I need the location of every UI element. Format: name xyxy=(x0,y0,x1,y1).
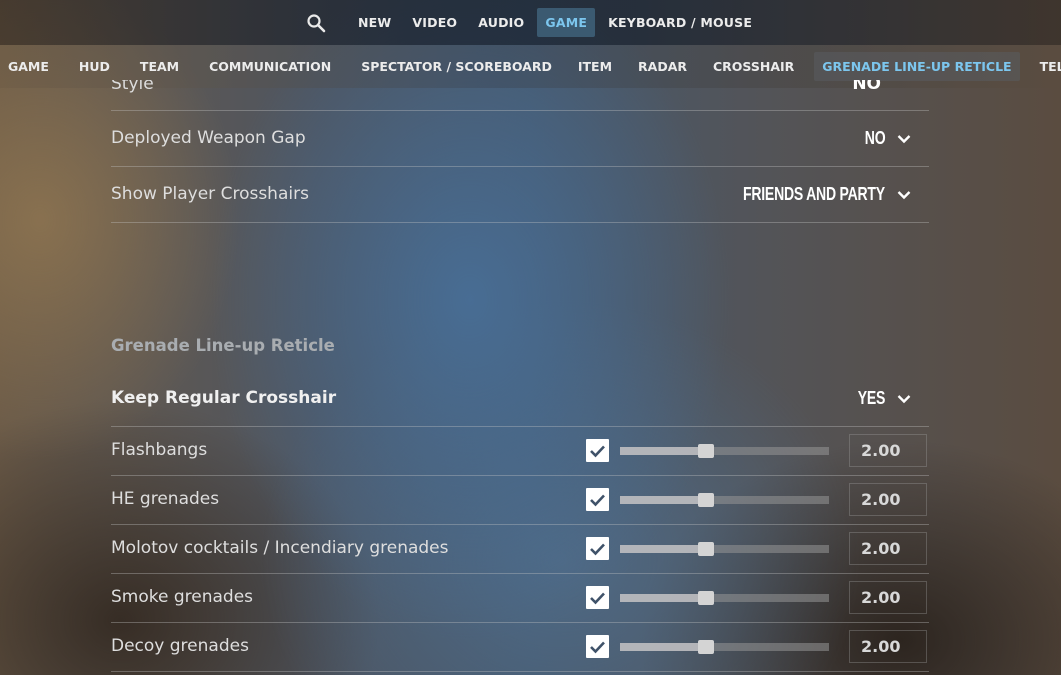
grenade-setting-row: Smoke grenades 2.00 xyxy=(111,574,929,623)
grenade-label: Smoke grenades xyxy=(111,587,254,607)
slider-fill xyxy=(620,496,706,504)
top-navigation-bar: NEW VIDEO AUDIO GAME KEYBOARD / MOUSE xyxy=(0,0,1061,45)
dropdown-value: YES xyxy=(857,388,886,408)
enable-checkbox[interactable] xyxy=(586,488,609,511)
keep-regular-crosshair-dropdown[interactable]: YES xyxy=(850,388,911,409)
slider-fill xyxy=(620,447,706,455)
dropdown-value: FRIENDS AND PARTY xyxy=(743,184,885,204)
chevron-down-icon xyxy=(897,190,911,199)
sub-tab-telemetry[interactable]: TELEMETRY xyxy=(1032,52,1061,81)
chevron-down-icon xyxy=(897,134,911,143)
grenade-label: HE grenades xyxy=(111,489,220,509)
grenade-label: Flashbangs xyxy=(111,440,208,460)
grenade-setting-row: Flashbangs 2.00 xyxy=(111,427,929,476)
size-value-input[interactable]: 2.00 xyxy=(849,581,927,614)
setting-label: Deployed Weapon Gap xyxy=(111,128,306,148)
search-icon[interactable] xyxy=(302,9,330,37)
setting-row-keep-regular-crosshair: Keep Regular Crosshair YES xyxy=(111,372,929,427)
size-slider[interactable] xyxy=(620,542,829,556)
sub-nav: GAME HUD TEAM COMMUNICATION SPECTATOR / … xyxy=(0,52,1061,81)
slider-thumb[interactable] xyxy=(697,444,714,458)
slider-fill xyxy=(620,643,706,651)
size-slider[interactable] xyxy=(620,591,829,605)
setting-label: Keep Regular Crosshair xyxy=(111,388,337,408)
checkmark-icon xyxy=(590,543,605,555)
size-slider[interactable] xyxy=(620,493,829,507)
sub-tab-hud[interactable]: HUD xyxy=(71,52,118,81)
slider-fill xyxy=(620,545,706,553)
top-tab-new[interactable]: NEW xyxy=(350,8,399,37)
sub-tab-item[interactable]: ITEM xyxy=(570,52,620,81)
size-value-input[interactable]: 2.00 xyxy=(849,630,927,663)
dropdown-value: NO xyxy=(864,128,885,148)
grenade-label: Molotov cocktails / Incendiary grenades xyxy=(111,538,449,558)
size-value-input[interactable]: 2.00 xyxy=(849,532,927,565)
sub-tab-grenade-line-up-reticle[interactable]: GRENADE LINE-UP RETICLE xyxy=(814,52,1020,81)
enable-checkbox[interactable] xyxy=(586,439,609,462)
grenade-setting-row: Decoy grenades 2.00 xyxy=(111,623,929,672)
show-player-crosshairs-dropdown[interactable]: FRIENDS AND PARTY xyxy=(703,184,911,205)
enable-checkbox[interactable] xyxy=(586,586,609,609)
enable-checkbox[interactable] xyxy=(586,537,609,560)
grenade-label: Decoy grenades xyxy=(111,636,249,656)
top-tab-game[interactable]: GAME xyxy=(537,8,596,37)
sub-tab-radar[interactable]: RADAR xyxy=(630,52,695,81)
checkmark-icon xyxy=(590,445,605,457)
sub-tab-team[interactable]: TEAM xyxy=(132,52,187,81)
slider-thumb[interactable] xyxy=(697,493,714,507)
sub-tab-spectator-scoreboard[interactable]: SPECTATOR / SCOREBOARD xyxy=(353,52,560,81)
checkmark-icon xyxy=(590,494,605,506)
section-title: Grenade Line-up Reticle xyxy=(111,336,335,355)
slider-thumb[interactable] xyxy=(697,542,714,556)
setting-row-show-player-crosshairs: Show Player Crosshairs FRIENDS AND PARTY xyxy=(111,167,929,223)
setting-row-style-clipped: Style NO xyxy=(111,80,929,111)
slider-thumb[interactable] xyxy=(697,640,714,654)
chevron-down-icon xyxy=(897,394,911,403)
setting-label: Style xyxy=(111,80,154,94)
setting-value[interactable]: NO xyxy=(852,80,881,94)
top-tab-audio[interactable]: AUDIO xyxy=(470,8,532,37)
top-nav: NEW VIDEO AUDIO GAME KEYBOARD / MOUSE xyxy=(302,8,765,37)
slider-fill xyxy=(620,594,706,602)
size-value-input[interactable]: 2.00 xyxy=(849,434,927,467)
sub-tab-game[interactable]: GAME xyxy=(0,52,57,81)
deployed-weapon-gap-dropdown[interactable]: NO xyxy=(859,128,911,149)
size-value-input[interactable]: 2.00 xyxy=(849,483,927,516)
checkmark-icon xyxy=(590,592,605,604)
sub-tab-crosshair[interactable]: CROSSHAIR xyxy=(705,52,802,81)
setting-row-deployed-weapon-gap: Deployed Weapon Gap NO xyxy=(111,111,929,167)
top-tab-keyboard-mouse[interactable]: KEYBOARD / MOUSE xyxy=(600,8,760,37)
size-slider[interactable] xyxy=(620,640,829,654)
size-slider[interactable] xyxy=(620,444,829,458)
grenade-setting-row: Molotov cocktails / Incendiary grenades … xyxy=(111,525,929,574)
checkmark-icon xyxy=(590,641,605,653)
setting-label: Show Player Crosshairs xyxy=(111,184,309,204)
enable-checkbox[interactable] xyxy=(586,635,609,658)
sub-tab-communication[interactable]: COMMUNICATION xyxy=(201,52,339,81)
grenade-setting-row: HE grenades 2.00 xyxy=(111,476,929,525)
top-tab-video[interactable]: VIDEO xyxy=(404,8,465,37)
slider-thumb[interactable] xyxy=(697,591,714,605)
